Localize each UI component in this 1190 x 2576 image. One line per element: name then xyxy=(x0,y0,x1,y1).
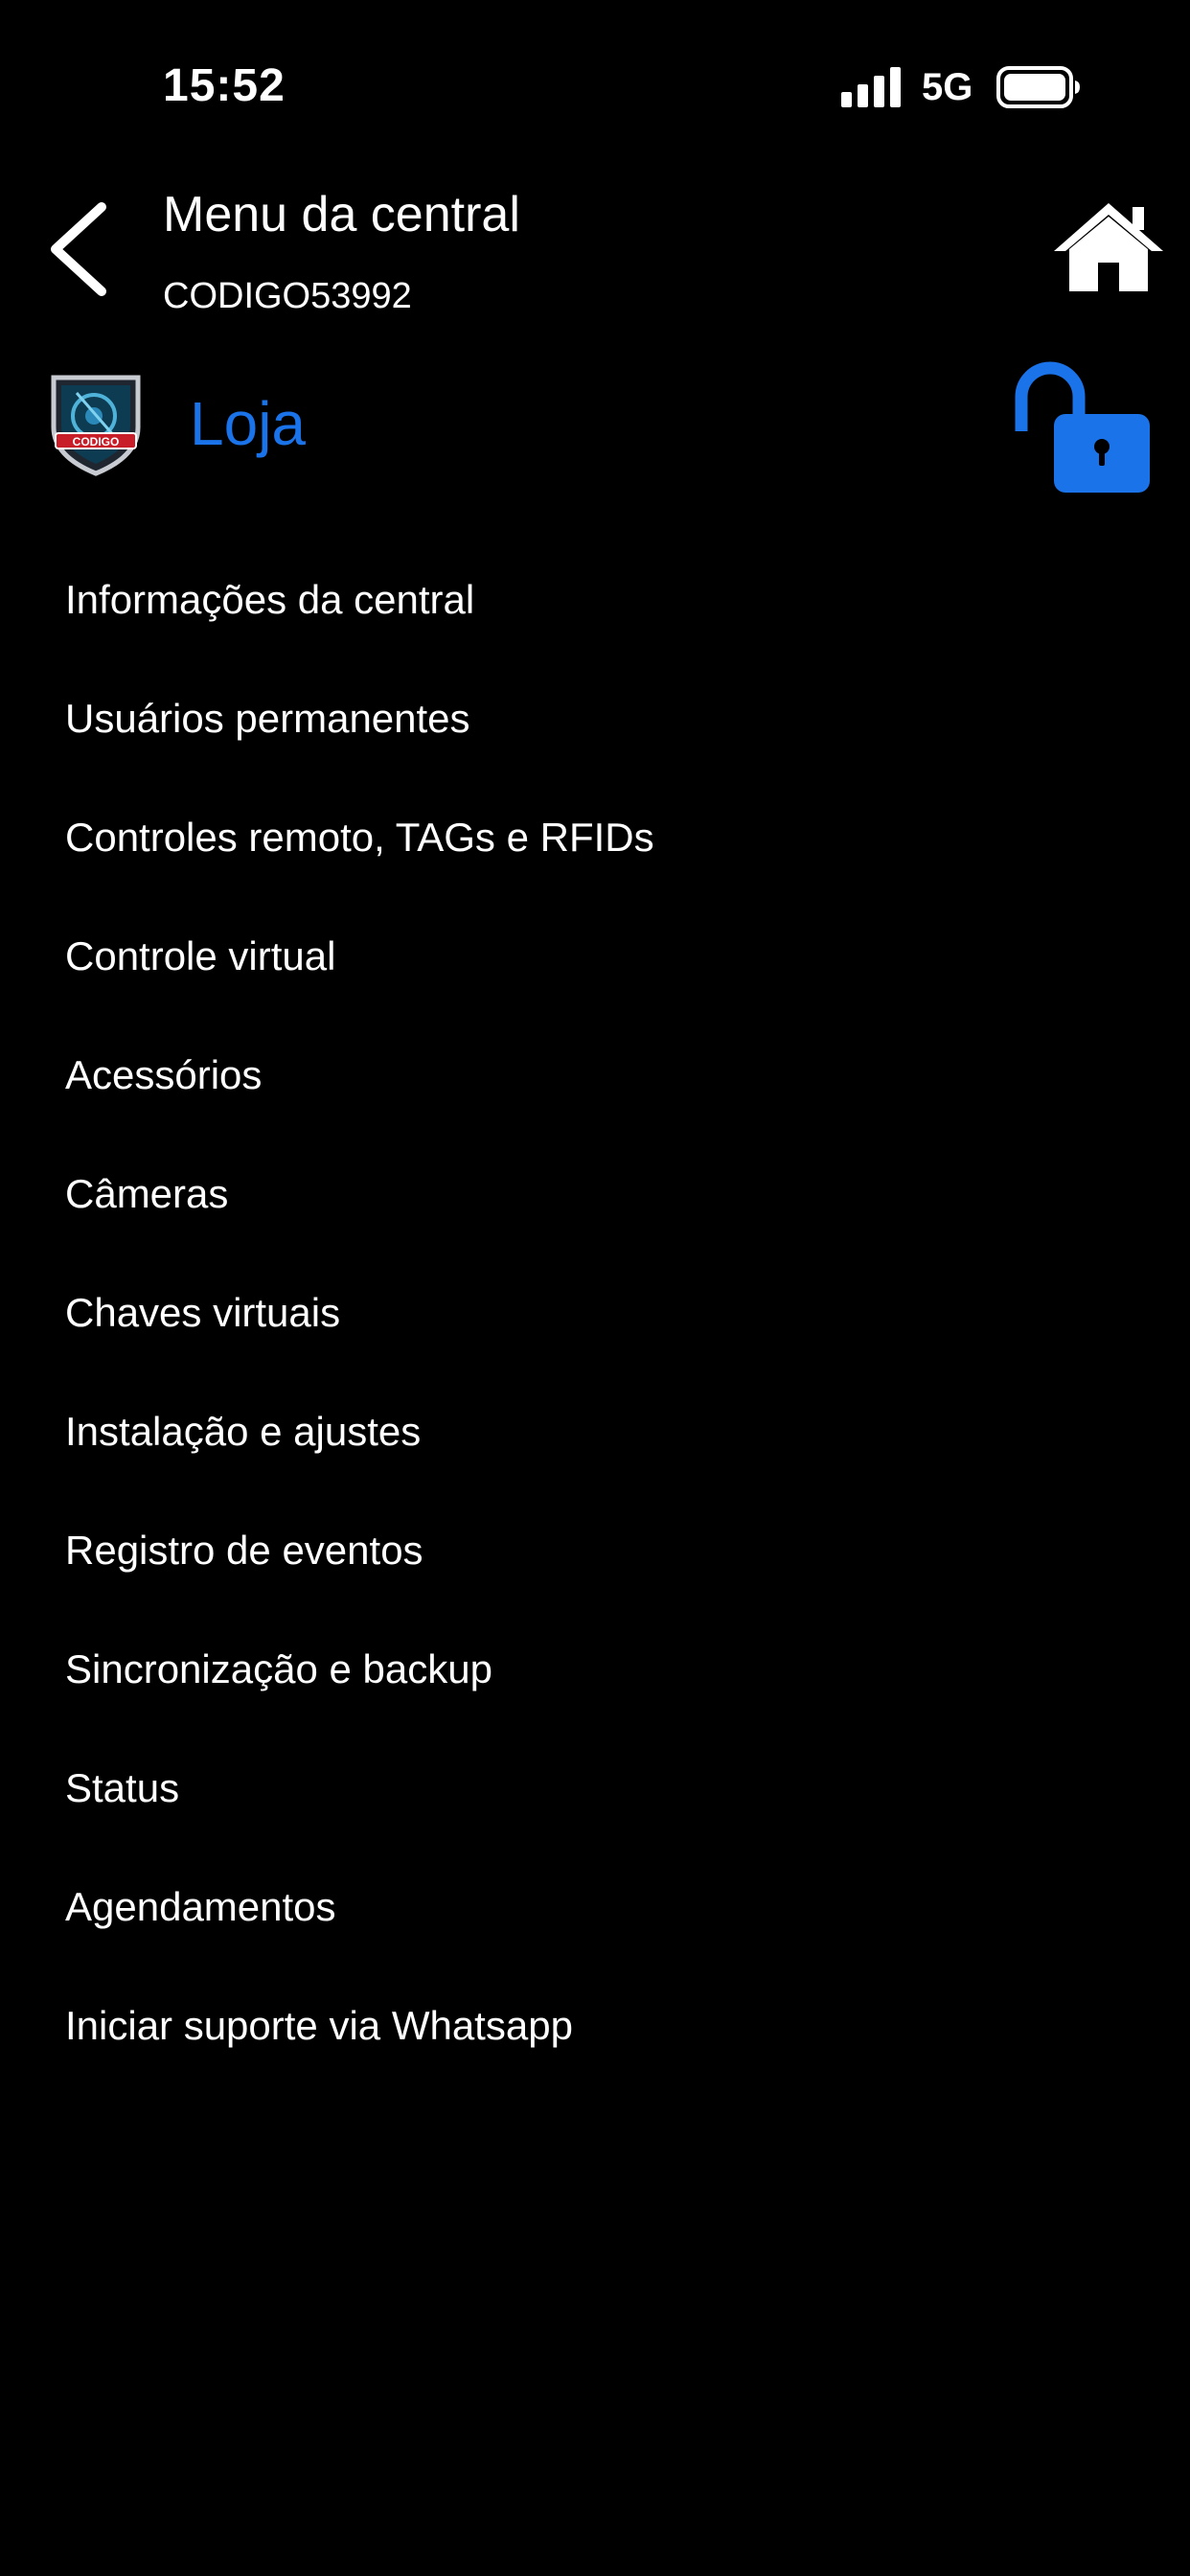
home-button[interactable] xyxy=(1050,199,1167,295)
logo-text: CODIGO xyxy=(73,435,120,448)
chevron-left-icon xyxy=(51,202,106,296)
menu-item-agendamentos[interactable]: Agendamentos xyxy=(0,1848,1190,1966)
unlock-button[interactable] xyxy=(1008,353,1154,494)
menu-item-controles-remoto[interactable]: Controles remoto, TAGs e RFIDs xyxy=(0,778,1190,897)
menu-item-status[interactable]: Status xyxy=(0,1729,1190,1848)
menu-item-controle-virtual[interactable]: Controle virtual xyxy=(0,897,1190,1016)
menu-item-sincronizacao-backup[interactable]: Sincronização e backup xyxy=(0,1610,1190,1729)
device-name: Loja xyxy=(190,389,306,458)
menu-item-informacoes-central[interactable]: Informações da central xyxy=(0,540,1190,659)
back-button[interactable] xyxy=(38,192,125,307)
page-title: Menu da central xyxy=(163,187,520,242)
battery-full-icon xyxy=(996,66,1080,108)
menu-item-acessorios[interactable]: Acessórios xyxy=(0,1016,1190,1135)
menu-item-usuarios-permanentes[interactable]: Usuários permanentes xyxy=(0,659,1190,778)
menu-item-chaves-virtuais[interactable]: Chaves virtuais xyxy=(0,1254,1190,1372)
menu-item-cameras[interactable]: Câmeras xyxy=(0,1135,1190,1254)
menu-item-suporte-whatsapp[interactable]: Iniciar suporte via Whatsapp xyxy=(0,1966,1190,2085)
unlocked-padlock-icon xyxy=(1015,361,1150,493)
menu-list: Informações da central Usuários permanen… xyxy=(0,540,1190,2085)
central-code: CODIGO53992 xyxy=(163,276,412,316)
menu-item-instalacao-ajustes[interactable]: Instalação e ajustes xyxy=(0,1372,1190,1491)
status-time: 15:52 xyxy=(163,60,286,111)
cellular-signal-icon xyxy=(841,67,901,107)
home-icon xyxy=(1054,203,1163,291)
menu-item-registro-eventos[interactable]: Registro de eventos xyxy=(0,1491,1190,1610)
company-shield-logo: CODIGO xyxy=(51,375,141,476)
network-type-label: 5G xyxy=(922,66,973,108)
